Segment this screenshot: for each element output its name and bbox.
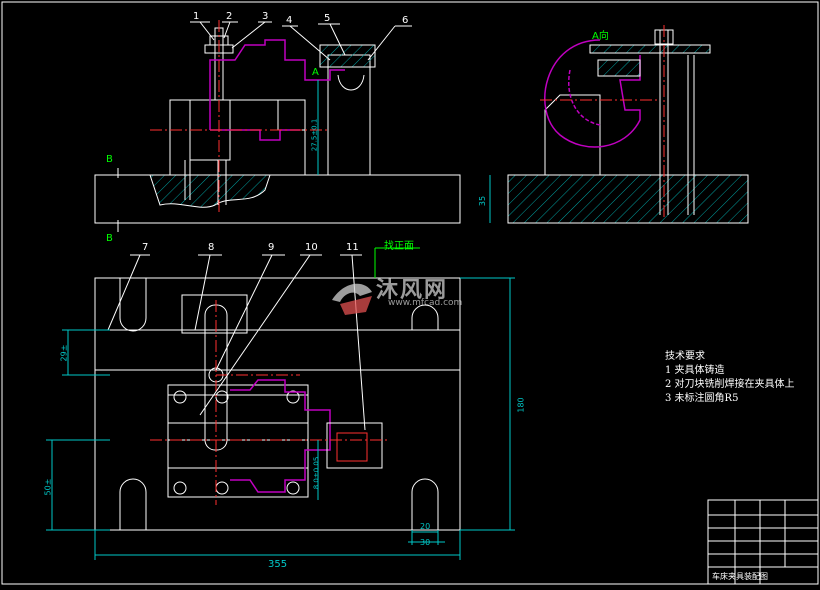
tech-requirement-1: 1 夹具体铸造 (665, 365, 725, 376)
front-column (327, 54, 371, 176)
dim-left-lower: 50± (43, 478, 53, 496)
side-base (507, 174, 749, 224)
view-label-a: A向 (592, 31, 609, 42)
dim-height-right: 180 (516, 397, 526, 413)
section-label-b-top: B (106, 154, 113, 165)
section-label-b-bottom: B (106, 233, 113, 244)
dim-overall-width: 355 (268, 559, 288, 570)
side-view (489, 25, 749, 224)
top-leaders (107, 254, 366, 431)
slot-bottom-left (119, 478, 147, 530)
datum-note: 找正面 (384, 241, 414, 252)
dim-slot-width: 20 (420, 522, 431, 531)
top-dimensions (46, 277, 515, 560)
part-number-3: 3 (262, 11, 269, 22)
part-number-5: 5 (324, 13, 331, 24)
part-number-2: 2 (226, 11, 233, 22)
part-number-1: 1 (193, 11, 200, 22)
watermark-logo (332, 283, 372, 315)
front-base-plate (94, 174, 461, 224)
part-number-10: 10 (305, 242, 318, 253)
tech-requirement-3: 3 未标注圆角R5 (665, 393, 739, 404)
tech-requirement-2: 2 对刀块铣削焊接在夹具体上 (665, 379, 795, 390)
watermark-url: www.mfcad.com (388, 298, 463, 308)
front-section-hatch (149, 174, 271, 208)
dim-center-small: 8.0±0.05 (312, 456, 321, 490)
part-number-4: 4 (286, 15, 293, 26)
side-clamp-bar (589, 44, 711, 54)
tool-setting-block (319, 44, 376, 68)
dim-side-base: 35 (478, 195, 488, 207)
part-number-6: 6 (402, 15, 409, 26)
view-arrow-a: A (312, 67, 319, 78)
side-workpiece (544, 39, 641, 148)
dim-left-upper: 29± (59, 344, 69, 362)
cad-drawing: 1 2 3 4 5 6 7 8 9 10 11 B B A向 A 找正面 355… (0, 0, 820, 586)
tech-requirements-title: 技术要求 (665, 351, 705, 362)
part-number-7: 7 (142, 242, 149, 253)
part-number-9: 9 (268, 242, 275, 253)
tech-requirements: 技术要求 1 夹具体铸造 2 对刀块铣削焊接在夹具体上 3 未标注圆角R5 (665, 350, 795, 406)
side-support (544, 94, 601, 175)
part-number-8: 8 (208, 242, 215, 253)
front-view (94, 20, 461, 232)
top-bolts (173, 390, 300, 495)
part-number-11: 11 (346, 242, 359, 253)
slot-top-right (411, 304, 439, 330)
dim-slot-outer: 30 (420, 538, 431, 547)
dim-vertical-small: 27.5±0.1 (310, 118, 319, 152)
slot-top-left (119, 278, 147, 332)
title-block-name: 车床夹具装配图 (712, 572, 768, 581)
